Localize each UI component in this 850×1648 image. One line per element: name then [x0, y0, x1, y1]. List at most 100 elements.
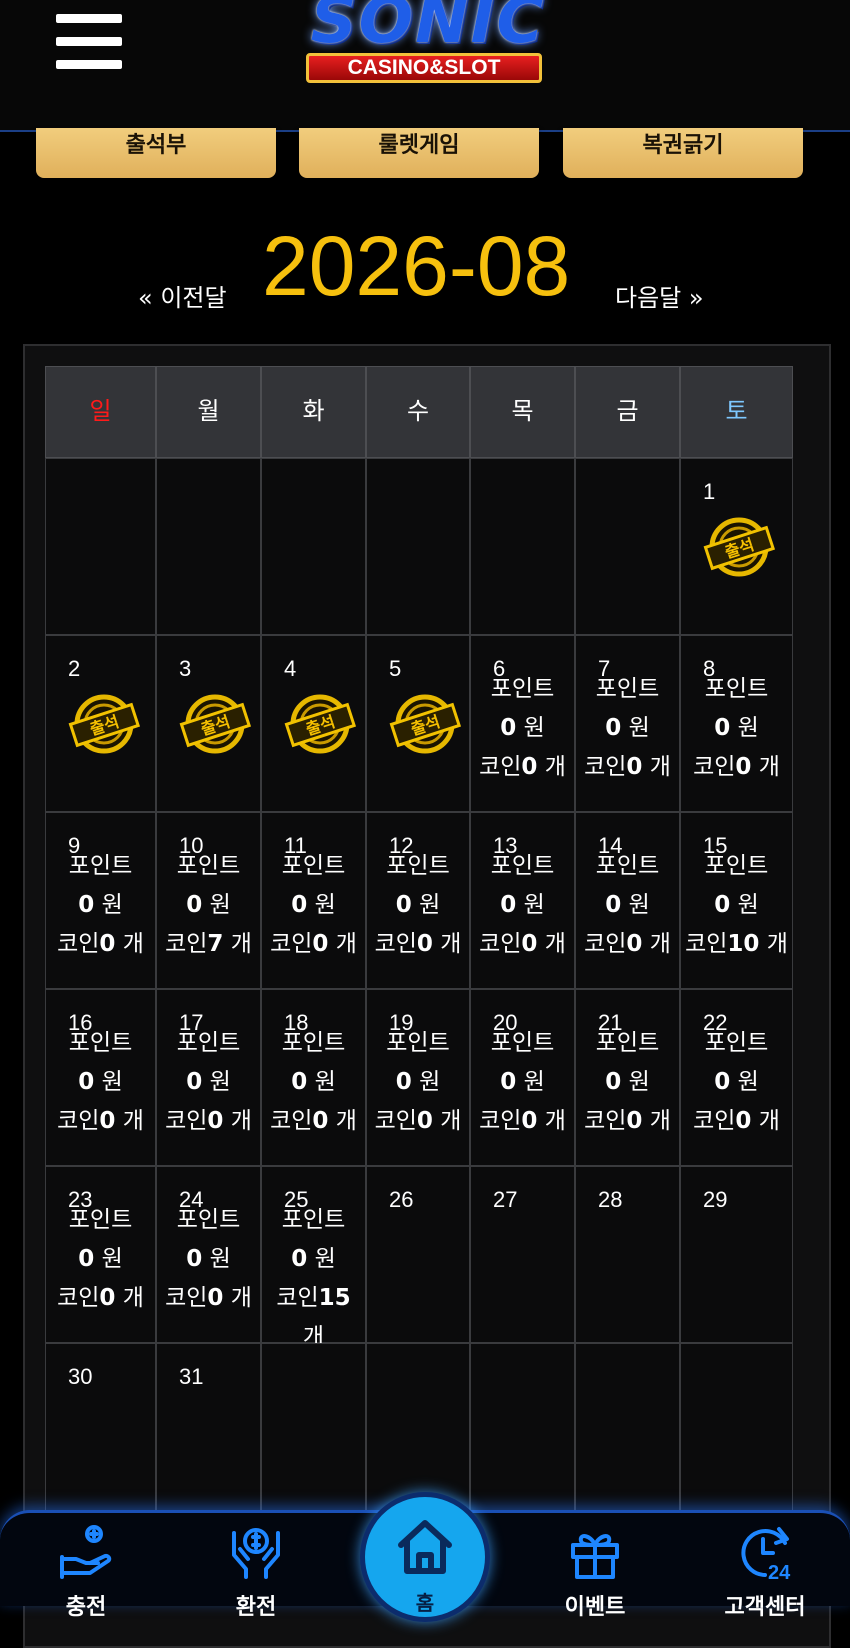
- day-number: 5: [389, 656, 402, 681]
- reward-info: 포인트 0 원 코인7 개: [157, 847, 260, 964]
- point-label: 포인트: [490, 1030, 555, 1056]
- calendar-day-cell[interactable]: 29: [680, 1166, 793, 1343]
- nav-events[interactable]: 이벤트: [535, 1523, 655, 1620]
- prev-month-link[interactable]: « 이전달: [138, 278, 227, 313]
- nav-withdraw[interactable]: 환전: [196, 1523, 316, 1620]
- won-unit: 원: [101, 892, 123, 918]
- coin-value: 0: [626, 1108, 643, 1134]
- calendar-day-cell[interactable]: 25 포인트 0 원 코인15 개: [261, 1166, 366, 1350]
- won-unit: 원: [523, 892, 545, 918]
- coin-unit: 개: [766, 931, 788, 957]
- calendar-day-cell[interactable]: 14 포인트 0 원 코인0 개: [575, 812, 680, 989]
- calendar-day-cell[interactable]: 17 포인트 0 원 코인0 개: [156, 989, 261, 1166]
- calendar-day-cell[interactable]: 19 포인트 0 원 코인0 개: [366, 989, 470, 1166]
- calendar-day-cell[interactable]: 13 포인트 0 원 코인0 개: [470, 812, 575, 989]
- calendar-day-cell[interactable]: 28: [575, 1166, 680, 1343]
- coin-value: 0: [735, 1108, 752, 1134]
- coin-unit: 개: [649, 931, 671, 957]
- calendar-empty-cell: [470, 1343, 575, 1520]
- coin-value: 0: [99, 1108, 116, 1134]
- calendar-day-cell[interactable]: 4 출석: [261, 635, 366, 812]
- withdraw-hands-icon: [232, 1528, 280, 1579]
- calendar-day-cell[interactable]: 1 출석: [680, 458, 793, 635]
- site-logo[interactable]: SONIC CASINO&SLOT: [258, 0, 592, 100]
- point-value: 0: [291, 1246, 308, 1272]
- calendar-day-cell[interactable]: 6 포인트 0 원 코인0 개: [470, 635, 575, 812]
- calendar-day-cell[interactable]: 30: [45, 1343, 156, 1520]
- home-icon: [398, 1520, 452, 1574]
- weekday-header-row: 일월화수목금토: [45, 366, 805, 458]
- calendar-day-cell[interactable]: 7 포인트 0 원 코인0 개: [575, 635, 680, 812]
- calendar-day-cell[interactable]: 8 포인트 0 원 코인0 개: [680, 635, 793, 812]
- calendar-week-row: 23 포인트 0 원 코인0 개 24 포인트 0 원 코인0 개 25 포인트 0 원 코인15 개…: [45, 1166, 805, 1350]
- nav-label: 충전: [65, 1595, 107, 1620]
- calendar-day-cell[interactable]: 11 포인트 0 원 코인0 개: [261, 812, 366, 989]
- calendar-day-cell[interactable]: 15 포인트 0 원 코인10 개: [680, 812, 793, 989]
- calendar-day-cell[interactable]: 3 출석: [156, 635, 261, 812]
- point-value: 0: [500, 1069, 517, 1095]
- calendar-day-cell[interactable]: 21 포인트 0 원 코인0 개: [575, 989, 680, 1166]
- point-label: 포인트: [386, 853, 450, 879]
- coin-label: 코인: [374, 1108, 417, 1134]
- calendar-day-cell[interactable]: 20 포인트 0 원 코인0 개: [470, 989, 575, 1166]
- calendar-day-cell[interactable]: 12 포인트 0 원 코인0 개: [366, 812, 470, 989]
- hamburger-menu-icon[interactable]: [56, 14, 122, 72]
- point-value: 0: [78, 1246, 95, 1272]
- tab-roulette[interactable]: 룰렛게임: [299, 128, 539, 178]
- next-month-link[interactable]: 다음달 »: [615, 278, 704, 313]
- tab-lottery[interactable]: 복권긁기: [563, 128, 803, 178]
- coin-unit: 개: [758, 754, 780, 780]
- coin-label: 코인: [693, 754, 736, 780]
- point-value: 0: [500, 892, 517, 918]
- gift-icon: [571, 1534, 619, 1579]
- coin-value: 0: [735, 754, 752, 780]
- nav-support[interactable]: 24 고객센터: [705, 1523, 825, 1620]
- point-label: 포인트: [704, 853, 769, 879]
- calendar-day-cell[interactable]: 9 포인트 0 원 코인0 개: [45, 812, 156, 989]
- reward-info: 포인트 0 원 코인0 개: [46, 847, 155, 964]
- calendar-day-cell[interactable]: 16 포인트 0 원 코인0 개: [45, 989, 156, 1166]
- reward-info: 포인트 0 원 코인0 개: [262, 847, 365, 964]
- coin-unit: 개: [122, 1108, 144, 1134]
- calendar-day-cell[interactable]: 10 포인트 0 원 코인7 개: [156, 812, 261, 989]
- home-label: 홈: [415, 1591, 435, 1615]
- logo-subtitle: CASINO&SLOT: [306, 53, 542, 83]
- day-number: 29: [703, 1187, 728, 1212]
- coin-value: 0: [207, 1108, 224, 1134]
- calendar-day-cell[interactable]: 26: [366, 1166, 470, 1343]
- nav-deposit[interactable]: 충전: [26, 1523, 146, 1620]
- calendar-day-cell[interactable]: 18 포인트 0 원 코인0 개: [261, 989, 366, 1166]
- point-value: 0: [395, 1069, 412, 1095]
- won-unit: 원: [314, 892, 336, 918]
- logo-wordmark: SONIC: [310, 0, 546, 58]
- calendar-day-cell[interactable]: 31: [156, 1343, 261, 1520]
- top-header: SONIC CASINO&SLOT: [0, 0, 850, 132]
- coin-label: 코인: [57, 931, 100, 957]
- calendar-day-cell[interactable]: 27: [470, 1166, 575, 1343]
- point-label: 포인트: [281, 853, 346, 879]
- calendar-day-cell[interactable]: 23 포인트 0 원 코인0 개: [45, 1166, 156, 1343]
- coin-unit: 개: [544, 1108, 566, 1134]
- coin-unit: 개: [122, 931, 144, 957]
- calendar-day-cell[interactable]: 5 출석: [366, 635, 470, 812]
- weekday-header: 일: [45, 366, 156, 458]
- point-label: 포인트: [68, 853, 133, 879]
- coin-label: 코인: [165, 1285, 208, 1311]
- point-value: 0: [78, 892, 95, 918]
- month-title: 2026-08: [262, 219, 571, 313]
- reward-info: 포인트 0 원 코인0 개: [471, 1024, 574, 1141]
- tab-attendance[interactable]: 출석부: [36, 128, 276, 178]
- weekday-header: 목: [470, 366, 575, 458]
- nav-label: 고객센터: [724, 1595, 806, 1620]
- calendar-day-cell[interactable]: 24 포인트 0 원 코인0 개: [156, 1166, 261, 1343]
- coin-label: 코인: [165, 931, 208, 957]
- coin-value: 0: [99, 1285, 116, 1311]
- reward-info: 포인트 0 원 코인0 개: [367, 847, 469, 964]
- day-number: 4: [284, 656, 297, 681]
- coin-label: 코인: [584, 931, 627, 957]
- won-unit: 원: [628, 715, 650, 741]
- coin-unit: 개: [335, 931, 357, 957]
- calendar-day-cell[interactable]: 2 출석: [45, 635, 156, 812]
- calendar-day-cell[interactable]: 22 포인트 0 원 코인0 개: [680, 989, 793, 1166]
- point-value: 0: [605, 715, 622, 741]
